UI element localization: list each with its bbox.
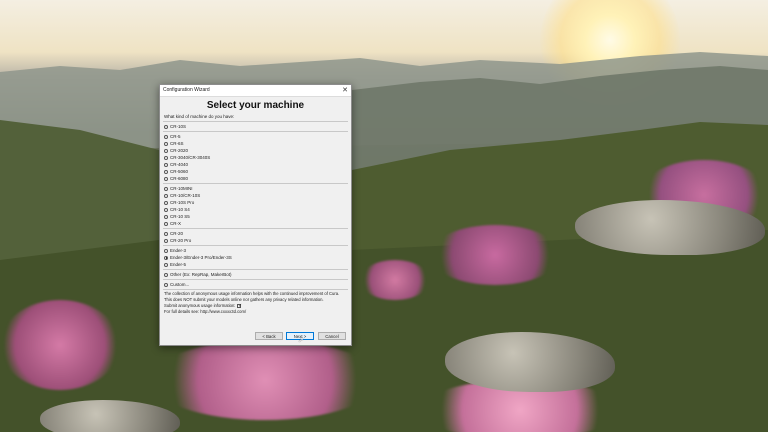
radio-button-icon[interactable]: [164, 238, 168, 243]
machine-option-label: CR-20: [170, 231, 184, 236]
machine-option-label: Ender-3: [170, 248, 187, 253]
group-divider: [163, 279, 348, 280]
machine-option[interactable]: CR-3040/CR-3040S: [160, 154, 351, 161]
machine-option-label: CR-10MINI: [170, 186, 193, 191]
submit-usage-checkbox[interactable]: [237, 303, 242, 309]
heather-patch: [360, 260, 430, 300]
machine-option-label: CR-10 S5: [170, 214, 190, 219]
machine-option[interactable]: CR-6S: [160, 140, 351, 147]
radio-button-icon[interactable]: [164, 272, 168, 277]
group-divider: [163, 183, 348, 184]
group-divider: [163, 269, 348, 270]
radio-button-icon[interactable]: [164, 248, 168, 253]
radio-button-icon[interactable]: [164, 176, 168, 181]
machine-option[interactable]: CR-20: [160, 230, 351, 237]
window-title: Configuration Wizard: [163, 87, 210, 93]
radio-button-icon[interactable]: [164, 207, 168, 212]
machine-option-label: Ender-3/Ender-3 Pro/Ender-3S: [170, 255, 232, 260]
group-divider: [163, 245, 348, 246]
machine-option[interactable]: CR-5060: [160, 168, 351, 175]
machine-option[interactable]: Other (Ex: RepRap, MakerBot): [160, 271, 351, 278]
radio-button-icon[interactable]: [164, 282, 168, 287]
machine-option-label: CR-10S: [170, 124, 187, 129]
radio-button-icon[interactable]: [164, 124, 168, 129]
machine-option[interactable]: CR-10S Pro: [160, 199, 351, 206]
machine-option[interactable]: CR-2020: [160, 147, 351, 154]
machine-option-label: CR-3040/CR-3040S: [170, 155, 211, 160]
machine-option-label: CR-X: [170, 221, 181, 226]
radio-button-icon[interactable]: [164, 262, 168, 267]
machine-option[interactable]: CR-5: [160, 133, 351, 140]
machine-option-label: CR-10/CR-10S: [170, 193, 201, 198]
machine-option[interactable]: Custom...: [160, 281, 351, 288]
machine-option-label: CR-5060: [170, 169, 189, 174]
machine-option-label: CR-6S: [170, 141, 184, 146]
machine-option-label: CR-10S Pro: [170, 200, 195, 205]
machine-list: CR-10S CR-5 CR-6S CR-2020 CR-3040/CR-3040S CR…: [160, 123, 351, 288]
machine-option-label: CR-20 Pro: [170, 238, 192, 243]
details-link[interactable]: For full details see: http://www.cxxxx3d…: [160, 309, 351, 315]
configuration-wizard-dialog: Configuration Wizard ✕ Select your machi…: [159, 84, 352, 346]
machine-option-label: Other (Ex: RepRap, MakerBot): [170, 272, 232, 277]
heather-patch: [430, 225, 560, 285]
radio-button-icon[interactable]: [164, 162, 168, 167]
button-row: < Back Next > Cancel: [160, 332, 351, 341]
machine-option-label: CR-5: [170, 134, 181, 139]
machine-option-label: CR-4040: [170, 162, 189, 167]
machine-option[interactable]: CR-10MINI: [160, 185, 351, 192]
group-divider: [163, 131, 348, 132]
radio-button-icon[interactable]: [164, 141, 168, 146]
divider: [163, 121, 348, 122]
close-icon[interactable]: ✕: [342, 85, 348, 96]
machine-option-label: CR-6080: [170, 176, 189, 181]
radio-button-icon[interactable]: [164, 221, 168, 226]
radio-button-icon[interactable]: [164, 169, 168, 174]
title-bar: Configuration Wizard ✕: [160, 85, 351, 97]
machine-option[interactable]: CR-X: [160, 220, 351, 227]
mouse-pointer-icon: ➚: [298, 337, 304, 344]
machine-option[interactable]: Ender-5: [160, 261, 351, 268]
radio-button-icon[interactable]: [164, 231, 168, 236]
radio-button-icon[interactable]: [164, 200, 168, 205]
group-divider: [163, 228, 348, 229]
machine-option[interactable]: CR-10S: [160, 123, 351, 130]
machine-option-label: CR-10 S4: [170, 207, 190, 212]
page-title: Select your machine: [206, 100, 305, 111]
radio-button-icon[interactable]: [164, 155, 168, 160]
radio-button-icon[interactable]: [164, 148, 168, 153]
radio-button-icon[interactable]: [164, 193, 168, 198]
radio-button-icon[interactable]: [164, 186, 168, 191]
machine-option[interactable]: Ender-3/Ender-3 Pro/Ender-3S: [160, 254, 351, 261]
submit-usage-label: Submit anonymous usage information:: [164, 303, 236, 308]
machine-option[interactable]: CR-10/CR-10S: [160, 192, 351, 199]
radio-button-icon[interactable]: [164, 134, 168, 139]
machine-option-label: Custom...: [170, 282, 190, 287]
machine-option-label: CR-2020: [170, 148, 189, 153]
heather-patch: [150, 340, 380, 420]
machine-option[interactable]: CR-10 S5: [160, 213, 351, 220]
radio-button-icon[interactable]: [164, 214, 168, 219]
machine-option[interactable]: CR-10 S4: [160, 206, 351, 213]
machine-option[interactable]: CR-6080: [160, 175, 351, 182]
machine-question: What kind of machine do you have:: [164, 114, 235, 119]
machine-option[interactable]: CR-4040: [160, 161, 351, 168]
machine-option-label: Ender-5: [170, 262, 187, 267]
heather-patch: [0, 300, 120, 390]
cancel-button[interactable]: Cancel: [318, 332, 346, 340]
desktop-wallpaper: [0, 0, 768, 432]
machine-option[interactable]: Ender-3: [160, 247, 351, 254]
divider: [163, 289, 348, 290]
machine-option[interactable]: CR-20 Pro: [160, 237, 351, 244]
back-button[interactable]: < Back: [255, 332, 283, 340]
radio-button-icon[interactable]: [164, 255, 168, 260]
